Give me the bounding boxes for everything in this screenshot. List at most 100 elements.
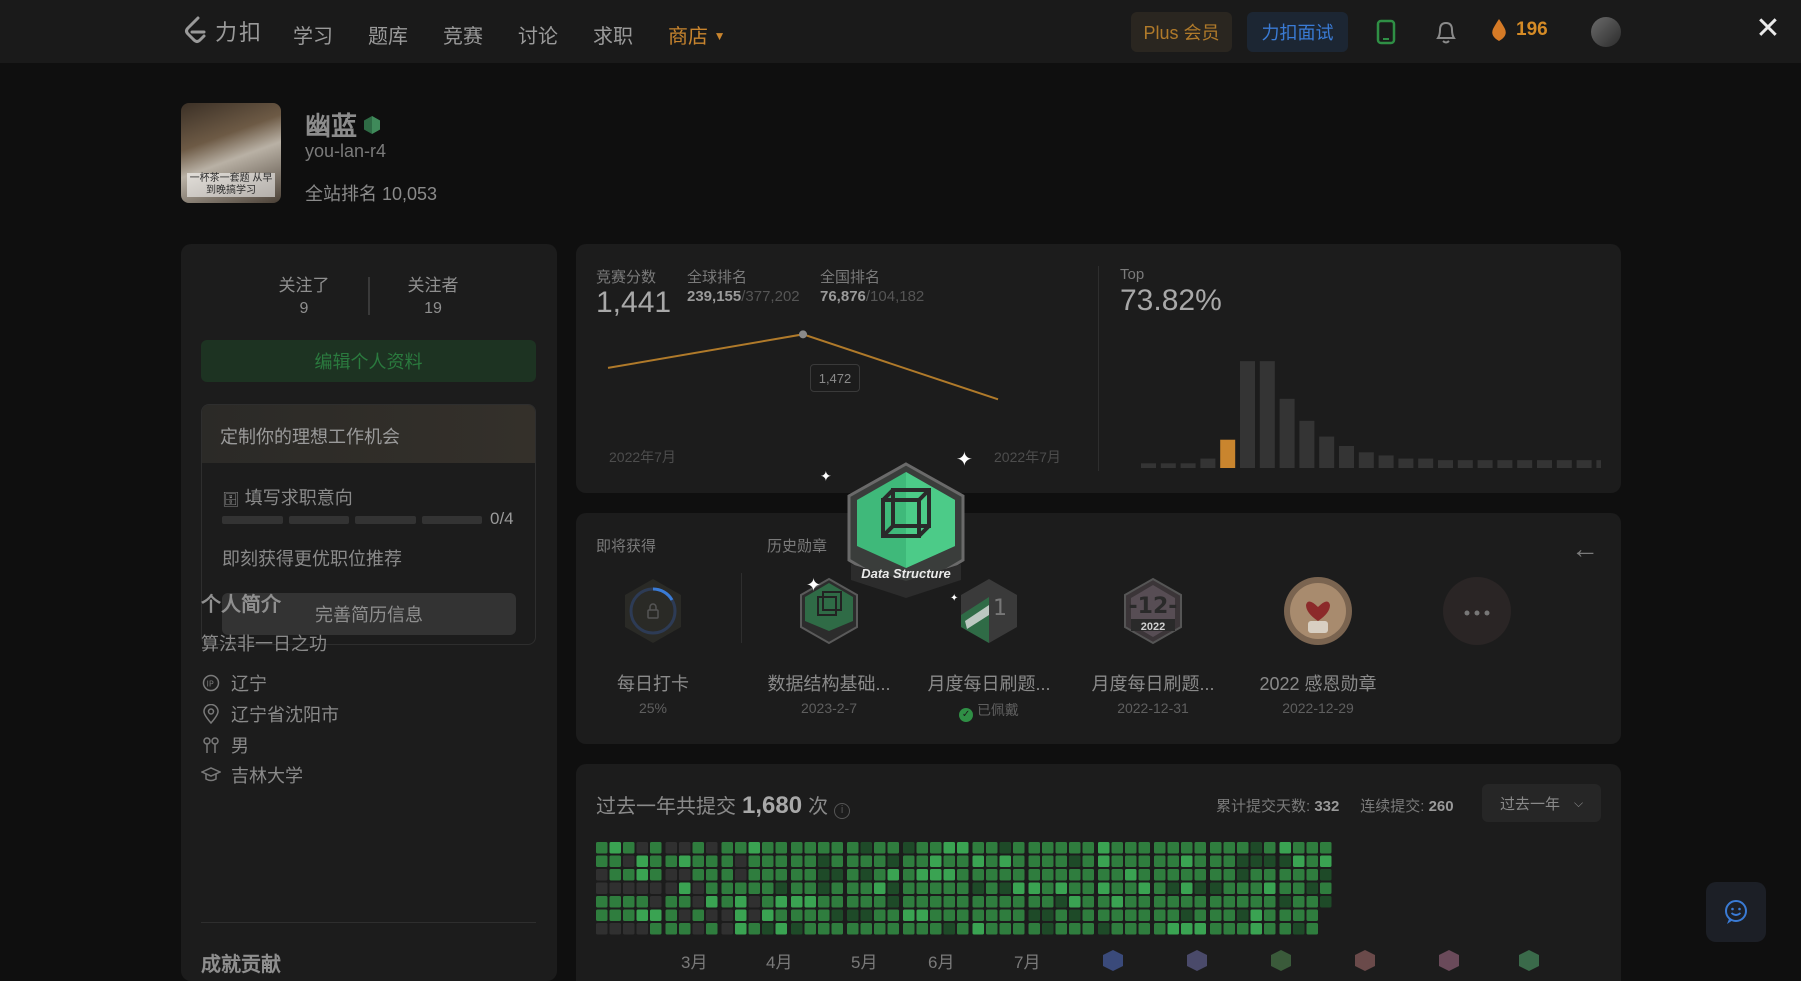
heatmap-cell xyxy=(679,842,691,854)
badge-daily-checkin[interactable]: 每日打卡 25% xyxy=(578,575,728,716)
heatmap-cell xyxy=(887,909,899,921)
level-badge-icon xyxy=(364,115,381,134)
heatmap-cell xyxy=(1279,909,1291,921)
heatmap-cell xyxy=(1320,882,1332,894)
heatmap-cell xyxy=(1167,869,1179,881)
heatmap-cell xyxy=(1055,869,1067,881)
heatmap-cell xyxy=(748,896,760,908)
spotlight-badge[interactable]: Data Structure xyxy=(841,456,971,606)
heatmap-cell xyxy=(748,923,760,935)
chart-tooltip: 1,472 xyxy=(810,364,860,392)
heatmap-cell xyxy=(692,842,704,854)
heatmap-cell xyxy=(1069,896,1081,908)
heatmap-cell xyxy=(986,923,998,935)
bell-icon[interactable] xyxy=(1434,19,1458,45)
heatmap-cell xyxy=(986,896,998,908)
heatmap-cell xyxy=(860,855,872,867)
badge-thanks-2022[interactable]: 2022 感恩勋章 2022-12-29 xyxy=(1243,575,1393,716)
heatmap-cell xyxy=(692,896,704,908)
nav-item-discuss[interactable]: 讨论 xyxy=(518,20,558,49)
heatmap-cell xyxy=(735,842,747,854)
heatmap-cell xyxy=(999,842,1011,854)
heatmap-cell xyxy=(818,882,830,894)
heatmap-cell xyxy=(692,923,704,935)
info-icon[interactable]: i xyxy=(834,803,851,819)
followers-stat[interactable]: 关注者 19 xyxy=(373,271,493,318)
follow-divider xyxy=(368,277,370,315)
heatmap-cell xyxy=(748,842,760,854)
feedback-chat-button[interactable] xyxy=(1706,882,1766,942)
nav-item-problems[interactable]: 题库 xyxy=(368,20,408,49)
heatmap-cell xyxy=(721,909,733,921)
badge-date: 2023-2-7 xyxy=(800,700,858,716)
more-badges[interactable] xyxy=(1402,575,1552,652)
edit-profile-button[interactable]: 编辑个人资料 xyxy=(201,340,536,382)
job-intent-link[interactable]: 🗄 填写求职意向 xyxy=(222,484,353,510)
heatmap-cell xyxy=(916,869,928,881)
histogram-bar xyxy=(1477,460,1493,468)
heatmap-cell xyxy=(1320,896,1332,908)
heatmap-cell xyxy=(1098,896,1110,908)
nav-item-jobs[interactable]: 求职 xyxy=(593,20,633,49)
heatmap-cell xyxy=(1223,909,1235,921)
heatmap-cell xyxy=(721,842,733,854)
heatmap-cell xyxy=(650,842,662,854)
badge-monthly-12[interactable]: -12- 2022 月度每日刷题... 2022-12-31 xyxy=(1078,575,1228,716)
heatmap-cell xyxy=(930,855,942,867)
heatmap-cell xyxy=(1194,882,1206,894)
heatmap-cell xyxy=(1181,882,1193,894)
section-divider xyxy=(201,922,536,923)
histogram-bar xyxy=(1141,463,1156,468)
rating-histogram[interactable] xyxy=(1121,244,1601,493)
histogram-bar xyxy=(1220,439,1236,468)
heart-badge-icon xyxy=(1284,577,1352,645)
arrow-left-icon[interactable]: ← xyxy=(1571,533,1599,565)
histogram-bar xyxy=(1517,460,1533,468)
heatmap-cell xyxy=(972,896,984,908)
heatmap-cell xyxy=(1250,909,1262,921)
heatmap-cell xyxy=(665,896,677,908)
heatmap-cell xyxy=(804,909,816,921)
leetcode-logo[interactable]: 力扣 xyxy=(183,15,263,47)
heatmap-cell xyxy=(874,896,886,908)
histogram-bar xyxy=(1339,446,1354,468)
following-stat[interactable]: 关注了 9 xyxy=(244,271,364,318)
range-select[interactable]: 过去一年 ⌵ xyxy=(1482,784,1601,822)
user-avatar-small[interactable] xyxy=(1591,17,1621,47)
mobile-icon[interactable] xyxy=(1376,19,1396,45)
heatmap-cell xyxy=(650,882,662,894)
nav-item-learn[interactable]: 学习 xyxy=(293,20,333,49)
heatmap-cell xyxy=(623,869,635,881)
heatmap-cell xyxy=(721,869,733,881)
heatmap-cell xyxy=(986,869,998,881)
heatmap-cell xyxy=(903,842,915,854)
heatmap-cell xyxy=(1306,896,1318,908)
heatmap-cell xyxy=(692,882,704,894)
heatmap-cell xyxy=(706,909,718,921)
heatmap-cell xyxy=(804,869,816,881)
heatmap-cell xyxy=(999,923,1011,935)
heatmap-cell xyxy=(1028,882,1040,894)
nav-item-contest[interactable]: 竞赛 xyxy=(443,20,483,49)
chevron-down-icon: ⌵ xyxy=(1573,795,1584,810)
heatmap-cell xyxy=(1013,896,1025,908)
coin-balance[interactable]: 196 xyxy=(1490,18,1548,42)
heatmap-cell xyxy=(623,855,635,867)
leetcode-logo-icon xyxy=(185,16,206,43)
plus-member-button[interactable]: Plus 会员 xyxy=(1131,12,1232,52)
nav-item-store[interactable]: 商店 ▼ xyxy=(668,20,725,49)
interview-button[interactable]: 力扣面试 xyxy=(1247,12,1348,52)
heatmap-cell xyxy=(1098,909,1110,921)
submission-heatmap[interactable] xyxy=(596,842,1606,947)
heatmap-cell xyxy=(762,882,774,894)
heatmap-cell xyxy=(1013,855,1025,867)
heatmap-cell xyxy=(818,855,830,867)
heatmap-cell xyxy=(636,882,648,894)
heatmap-cell xyxy=(887,842,899,854)
heatmap-cell xyxy=(1306,842,1318,854)
close-icon[interactable]: ✕ xyxy=(1753,14,1783,44)
heatmap-cell xyxy=(1154,842,1166,854)
histogram-bar xyxy=(1596,460,1601,468)
month-badge-icon xyxy=(1439,950,1459,971)
heatmap-cell xyxy=(1055,923,1067,935)
